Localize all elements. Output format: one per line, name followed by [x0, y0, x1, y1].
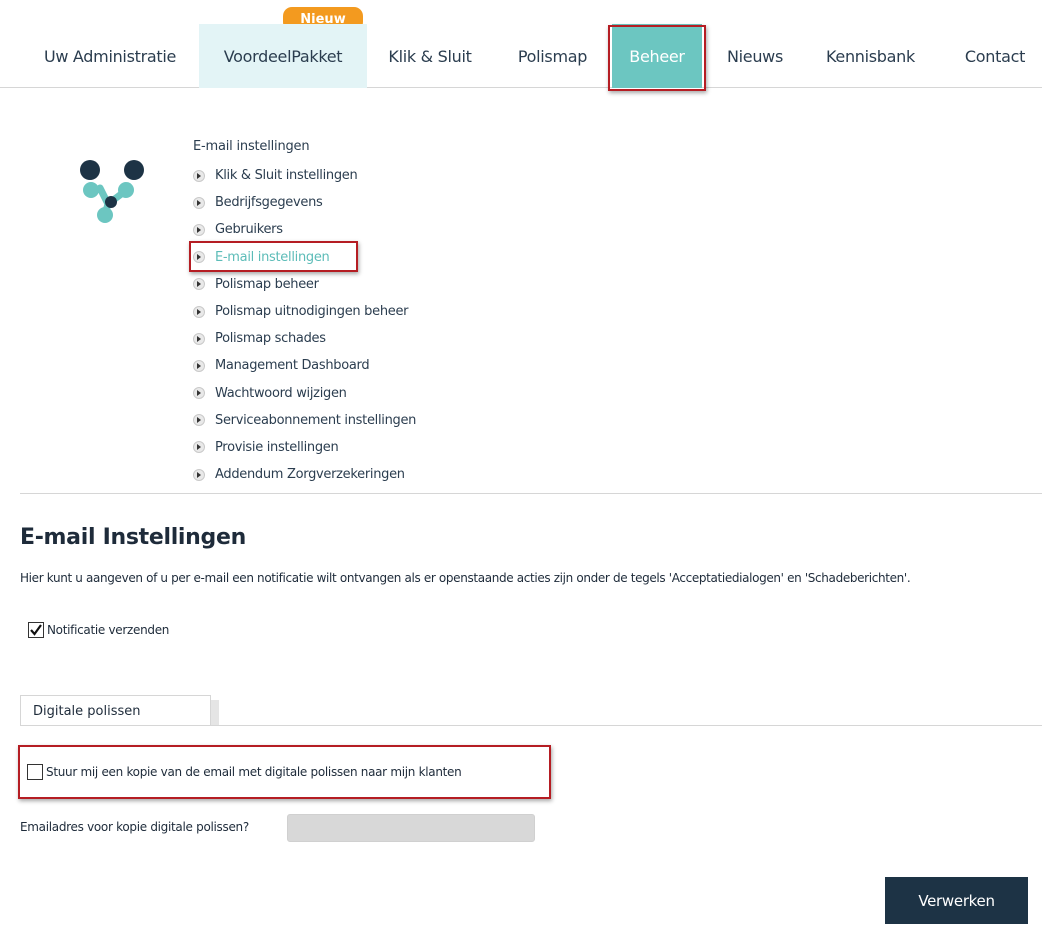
- tab-divider: [20, 725, 1042, 726]
- copy-email-option[interactable]: Stuur mij een kopie van de email met dig…: [27, 764, 462, 780]
- submenu-item-polismap-uitnodigingen-beheer[interactable]: Polismap uitnodigingen beheer: [193, 298, 416, 325]
- submenu-item-polismap-schades[interactable]: Polismap schades: [193, 325, 416, 352]
- submenu-item-label: Gebruikers: [215, 222, 283, 238]
- submenu-item-label: Management Dashboard: [215, 358, 370, 374]
- notification-option[interactable]: Notificatie verzenden: [28, 622, 169, 638]
- notification-checkbox[interactable]: [28, 622, 44, 638]
- top-navigation: Nieuw Uw Administratie VoordeelPakket Kl…: [0, 0, 1042, 88]
- checkmark-icon: [30, 624, 42, 636]
- section-divider: [20, 493, 1042, 494]
- notification-label: Notificatie verzenden: [47, 623, 170, 637]
- arrow-bullet-icon: [193, 223, 205, 236]
- submenu-item-label: Klik & Sluit instellingen: [215, 168, 358, 184]
- tab-shadow: [211, 700, 219, 726]
- submenu-item-label: Serviceabonnement instellingen: [215, 412, 417, 428]
- page-title: E-mail Instellingen: [20, 525, 246, 550]
- arrow-bullet-icon: [193, 332, 205, 345]
- nav-item-voordeelpakket[interactable]: VoordeelPakket: [199, 24, 367, 88]
- arrow-bullet-icon: [193, 468, 205, 481]
- submenu-item-addendum-zorgverzekeringen[interactable]: Addendum Zorgverzekeringen: [193, 461, 416, 488]
- nav-item-uw-administratie[interactable]: Uw Administratie: [22, 24, 198, 88]
- submenu-item-label: Provisie instellingen: [215, 439, 339, 455]
- submenu-item-label: Wachtwoord wijzigen: [215, 385, 347, 401]
- submenu-item-label: Polismap uitnodigingen beheer: [215, 304, 409, 320]
- submenu-item-provisie-instellingen[interactable]: Provisie instellingen: [193, 434, 416, 461]
- nav-item-nieuws[interactable]: Nieuws: [710, 24, 800, 88]
- submenu-item-label: E-mail instellingen: [215, 249, 330, 265]
- submenu-item-gebruikers[interactable]: Gebruikers: [193, 216, 416, 243]
- settings-submenu: Klik & Sluit instellingen Bedrijfsgegeve…: [193, 162, 416, 488]
- arrow-bullet-icon: [193, 387, 205, 400]
- submenu-item-email-instellingen[interactable]: E-mail instellingen: [193, 244, 416, 271]
- tab-digitale-polissen[interactable]: Digitale polissen: [20, 695, 211, 726]
- copy-email-label: Stuur mij een kopie van de email met dig…: [46, 765, 462, 779]
- nav-item-polismap[interactable]: Polismap: [499, 24, 606, 88]
- submenu-item-serviceabonnement-instellingen[interactable]: Serviceabonnement instellingen: [193, 407, 416, 434]
- arrow-bullet-icon: [193, 359, 205, 372]
- nav-item-beheer[interactable]: Beheer: [612, 24, 702, 88]
- arrow-bullet-icon: [193, 305, 205, 318]
- arrow-bullet-icon: [193, 169, 205, 182]
- verwerken-button[interactable]: Verwerken: [885, 877, 1028, 924]
- submenu-item-label: Bedrijfsgegevens: [215, 195, 323, 211]
- arrow-bullet-icon: [193, 278, 205, 291]
- submenu-item-klik-sluit-instellingen[interactable]: Klik & Sluit instellingen: [193, 162, 416, 189]
- intro-text: Hier kunt u aangeven of u per e-mail een…: [20, 571, 911, 585]
- nav-item-klik-sluit[interactable]: Klik & Sluit: [375, 24, 485, 88]
- company-logo: [80, 160, 144, 223]
- submenu-item-wachtwoord-wijzigen[interactable]: Wachtwoord wijzigen: [193, 380, 416, 407]
- nav-item-kennisbank[interactable]: Kennisbank: [808, 24, 933, 88]
- email-copy-input[interactable]: [287, 814, 535, 842]
- submenu-item-bedrijfsgegevens[interactable]: Bedrijfsgegevens: [193, 189, 416, 216]
- submenu-item-management-dashboard[interactable]: Management Dashboard: [193, 352, 416, 379]
- nav-item-contact[interactable]: Contact: [948, 24, 1042, 88]
- arrow-bullet-icon: [193, 196, 205, 209]
- submenu-title: E-mail instellingen: [193, 139, 310, 154]
- copy-email-checkbox[interactable]: [27, 764, 43, 780]
- arrow-bullet-icon: [193, 441, 205, 454]
- arrow-bullet-icon: [193, 251, 205, 264]
- email-copy-label: Emailadres voor kopie digitale polissen?: [20, 820, 249, 834]
- submenu-item-label: Polismap beheer: [215, 276, 319, 292]
- submenu-item-label: Addendum Zorgverzekeringen: [215, 467, 405, 483]
- submenu-item-polismap-beheer[interactable]: Polismap beheer: [193, 271, 416, 298]
- submenu-item-label: Polismap schades: [215, 331, 326, 347]
- arrow-bullet-icon: [193, 414, 205, 427]
